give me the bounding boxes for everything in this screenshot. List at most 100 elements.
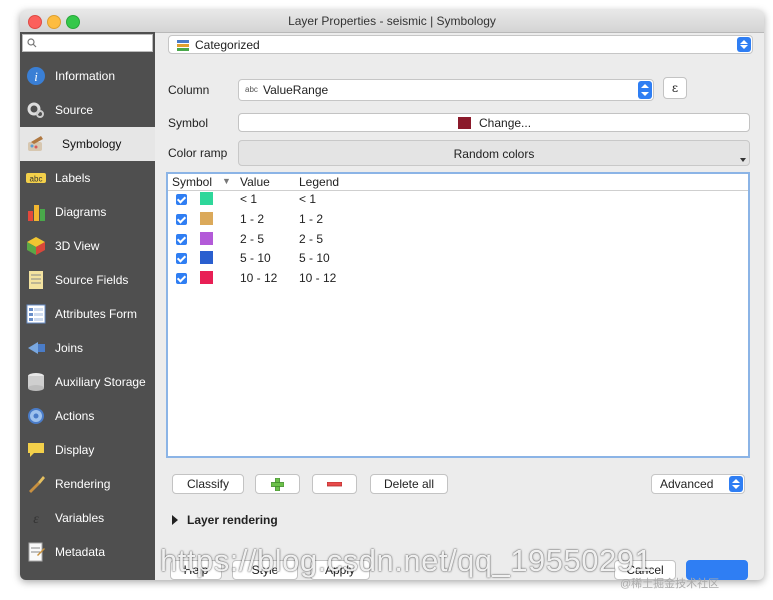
row-visible-checkbox[interactable] bbox=[176, 234, 187, 245]
row-visible-checkbox[interactable] bbox=[176, 273, 187, 284]
source-icon bbox=[27, 102, 44, 118]
chevron-down-icon bbox=[638, 81, 652, 99]
sidebar-item-3d-view[interactable]: 3D View bbox=[20, 229, 155, 263]
metadata-icon bbox=[28, 542, 45, 562]
sidebar-item-auxiliary-storage[interactable]: Auxiliary Storage bbox=[20, 365, 155, 399]
sidebar-item-joins[interactable]: Joins bbox=[20, 331, 155, 365]
category-legend[interactable]: < 1 bbox=[299, 192, 316, 206]
table-header: Symbol ▼ Value Legend bbox=[168, 174, 748, 191]
header-value[interactable]: Value bbox=[240, 175, 270, 189]
column-select[interactable]: abc ValueRange bbox=[238, 79, 654, 101]
layer-rendering-label[interactable]: Layer rendering bbox=[187, 513, 278, 527]
category-symbol-swatch[interactable] bbox=[200, 212, 213, 225]
category-symbol-swatch[interactable] bbox=[200, 271, 213, 284]
categorized-icon bbox=[177, 40, 189, 51]
svg-text:i: i bbox=[34, 69, 38, 84]
table-row[interactable]: 5 - 10 5 - 10 bbox=[168, 250, 748, 270]
classify-button[interactable]: Classify bbox=[172, 474, 244, 494]
table-row[interactable]: 2 - 5 2 - 5 bbox=[168, 231, 748, 251]
header-legend[interactable]: Legend bbox=[299, 175, 339, 189]
sidebar-item-symbology[interactable]: Symbology bbox=[20, 127, 155, 161]
header-symbol[interactable]: Symbol bbox=[172, 175, 212, 189]
table-row[interactable]: 10 - 12 10 - 12 bbox=[168, 270, 748, 290]
renderer-type-value: Categorized bbox=[195, 38, 260, 52]
sidebar-item-display[interactable]: Display bbox=[20, 433, 155, 467]
symbol-label: Symbol bbox=[168, 116, 209, 130]
disclosure-triangle-icon[interactable] bbox=[172, 515, 178, 525]
window-title: Layer Properties - seismic | Symbology bbox=[288, 14, 496, 28]
information-icon: i bbox=[27, 67, 45, 85]
rendering-icon bbox=[29, 476, 45, 493]
svg-text:abc: abc bbox=[30, 175, 43, 184]
diagrams-icon bbox=[28, 205, 45, 221]
labels-icon: abc bbox=[26, 173, 46, 184]
category-legend[interactable]: 2 - 5 bbox=[299, 232, 323, 246]
color-ramp-value: Random colors bbox=[453, 147, 535, 161]
category-value: 10 - 12 bbox=[240, 271, 278, 285]
category-legend[interactable]: 5 - 10 bbox=[299, 251, 330, 265]
categories-table[interactable]: Symbol ▼ Value Legend < 1 < 1 1 - 2 1 - … bbox=[166, 172, 750, 458]
sidebar-item-rendering[interactable]: Rendering bbox=[20, 467, 155, 501]
category-value: < 1 bbox=[240, 192, 258, 206]
sidebar-item-source-fields[interactable]: Source Fields bbox=[20, 263, 155, 297]
search-icon bbox=[27, 38, 37, 48]
category-legend[interactable]: 10 - 12 bbox=[299, 271, 336, 285]
color-ramp-label: Color ramp bbox=[168, 146, 228, 160]
source-fields-icon bbox=[29, 271, 43, 289]
category-value: 1 - 2 bbox=[240, 212, 265, 226]
category-symbol-swatch[interactable] bbox=[200, 192, 213, 205]
variables-icon: ε bbox=[33, 512, 39, 527]
row-visible-checkbox[interactable] bbox=[176, 214, 187, 225]
symbol-change-button[interactable]: Change... bbox=[238, 113, 750, 132]
symbology-panel: Categorized Column abc ValueRange ε Symb… bbox=[160, 32, 764, 580]
chevron-updown-icon bbox=[737, 37, 751, 52]
category-legend[interactable]: 1 - 2 bbox=[299, 212, 323, 226]
joins-icon bbox=[28, 342, 45, 354]
advanced-menu-button[interactable]: Advanced bbox=[651, 474, 745, 494]
symbol-change-label: Change... bbox=[479, 116, 532, 130]
sidebar: i Information Source Symbology abc Label… bbox=[20, 32, 155, 580]
auxiliary-storage-icon bbox=[28, 373, 44, 391]
sidebar-item-attributes-form[interactable]: Attributes Form bbox=[20, 297, 155, 331]
sidebar-item-information[interactable]: i Information bbox=[20, 59, 155, 93]
color-ramp-select[interactable]: Random colors bbox=[238, 140, 750, 166]
renderer-type-select[interactable]: Categorized bbox=[168, 35, 753, 54]
symbology-icon bbox=[28, 136, 43, 151]
attributes-form-icon bbox=[26, 304, 46, 324]
add-category-button[interactable] bbox=[255, 474, 300, 494]
sidebar-item-metadata[interactable]: Metadata bbox=[20, 535, 155, 569]
watermark-credit: @稀土掘金技术社区 bbox=[620, 578, 720, 590]
title-bar: Layer Properties - seismic | Symbology bbox=[20, 10, 764, 33]
3d-view-icon bbox=[27, 237, 45, 255]
layer-properties-window: Layer Properties - seismic | Symbology i… bbox=[20, 10, 764, 580]
actions-icon bbox=[28, 408, 44, 424]
table-row[interactable]: < 1 < 1 bbox=[168, 191, 748, 211]
sidebar-item-source[interactable]: Source bbox=[20, 93, 155, 127]
row-visible-checkbox[interactable] bbox=[176, 194, 187, 205]
category-value: 2 - 5 bbox=[240, 232, 265, 246]
advanced-label: Advanced bbox=[660, 477, 714, 491]
sort-indicator-icon: ▼ bbox=[222, 176, 231, 186]
minus-icon bbox=[327, 482, 342, 487]
column-select-value: ValueRange bbox=[263, 83, 329, 97]
category-value: 5 - 10 bbox=[240, 251, 271, 265]
sidebar-item-diagrams[interactable]: Diagrams bbox=[20, 195, 155, 229]
symbol-preview-swatch bbox=[458, 117, 471, 129]
expression-button[interactable]: ε bbox=[663, 77, 687, 99]
sidebar-item-variables[interactable]: ε Variables bbox=[20, 501, 155, 535]
sidebar-item-labels[interactable]: abc Labels bbox=[20, 161, 155, 195]
field-type-tag: abc bbox=[245, 85, 258, 94]
category-symbol-swatch[interactable] bbox=[200, 232, 213, 245]
sidebar-item-actions[interactable]: Actions bbox=[20, 399, 155, 433]
display-icon bbox=[28, 443, 44, 457]
row-visible-checkbox[interactable] bbox=[176, 253, 187, 264]
svg-text:ε: ε bbox=[33, 512, 39, 527]
watermark-url: https://blog.csdn.net/qq_19550291 bbox=[160, 543, 653, 578]
remove-category-button[interactable] bbox=[312, 474, 357, 494]
chevron-down-icon bbox=[740, 158, 746, 162]
category-symbol-swatch[interactable] bbox=[200, 251, 213, 264]
sidebar-search-input[interactable] bbox=[22, 34, 153, 52]
delete-all-button[interactable]: Delete all bbox=[370, 474, 448, 494]
column-label: Column bbox=[168, 83, 210, 97]
table-row[interactable]: 1 - 2 1 - 2 bbox=[168, 211, 748, 231]
